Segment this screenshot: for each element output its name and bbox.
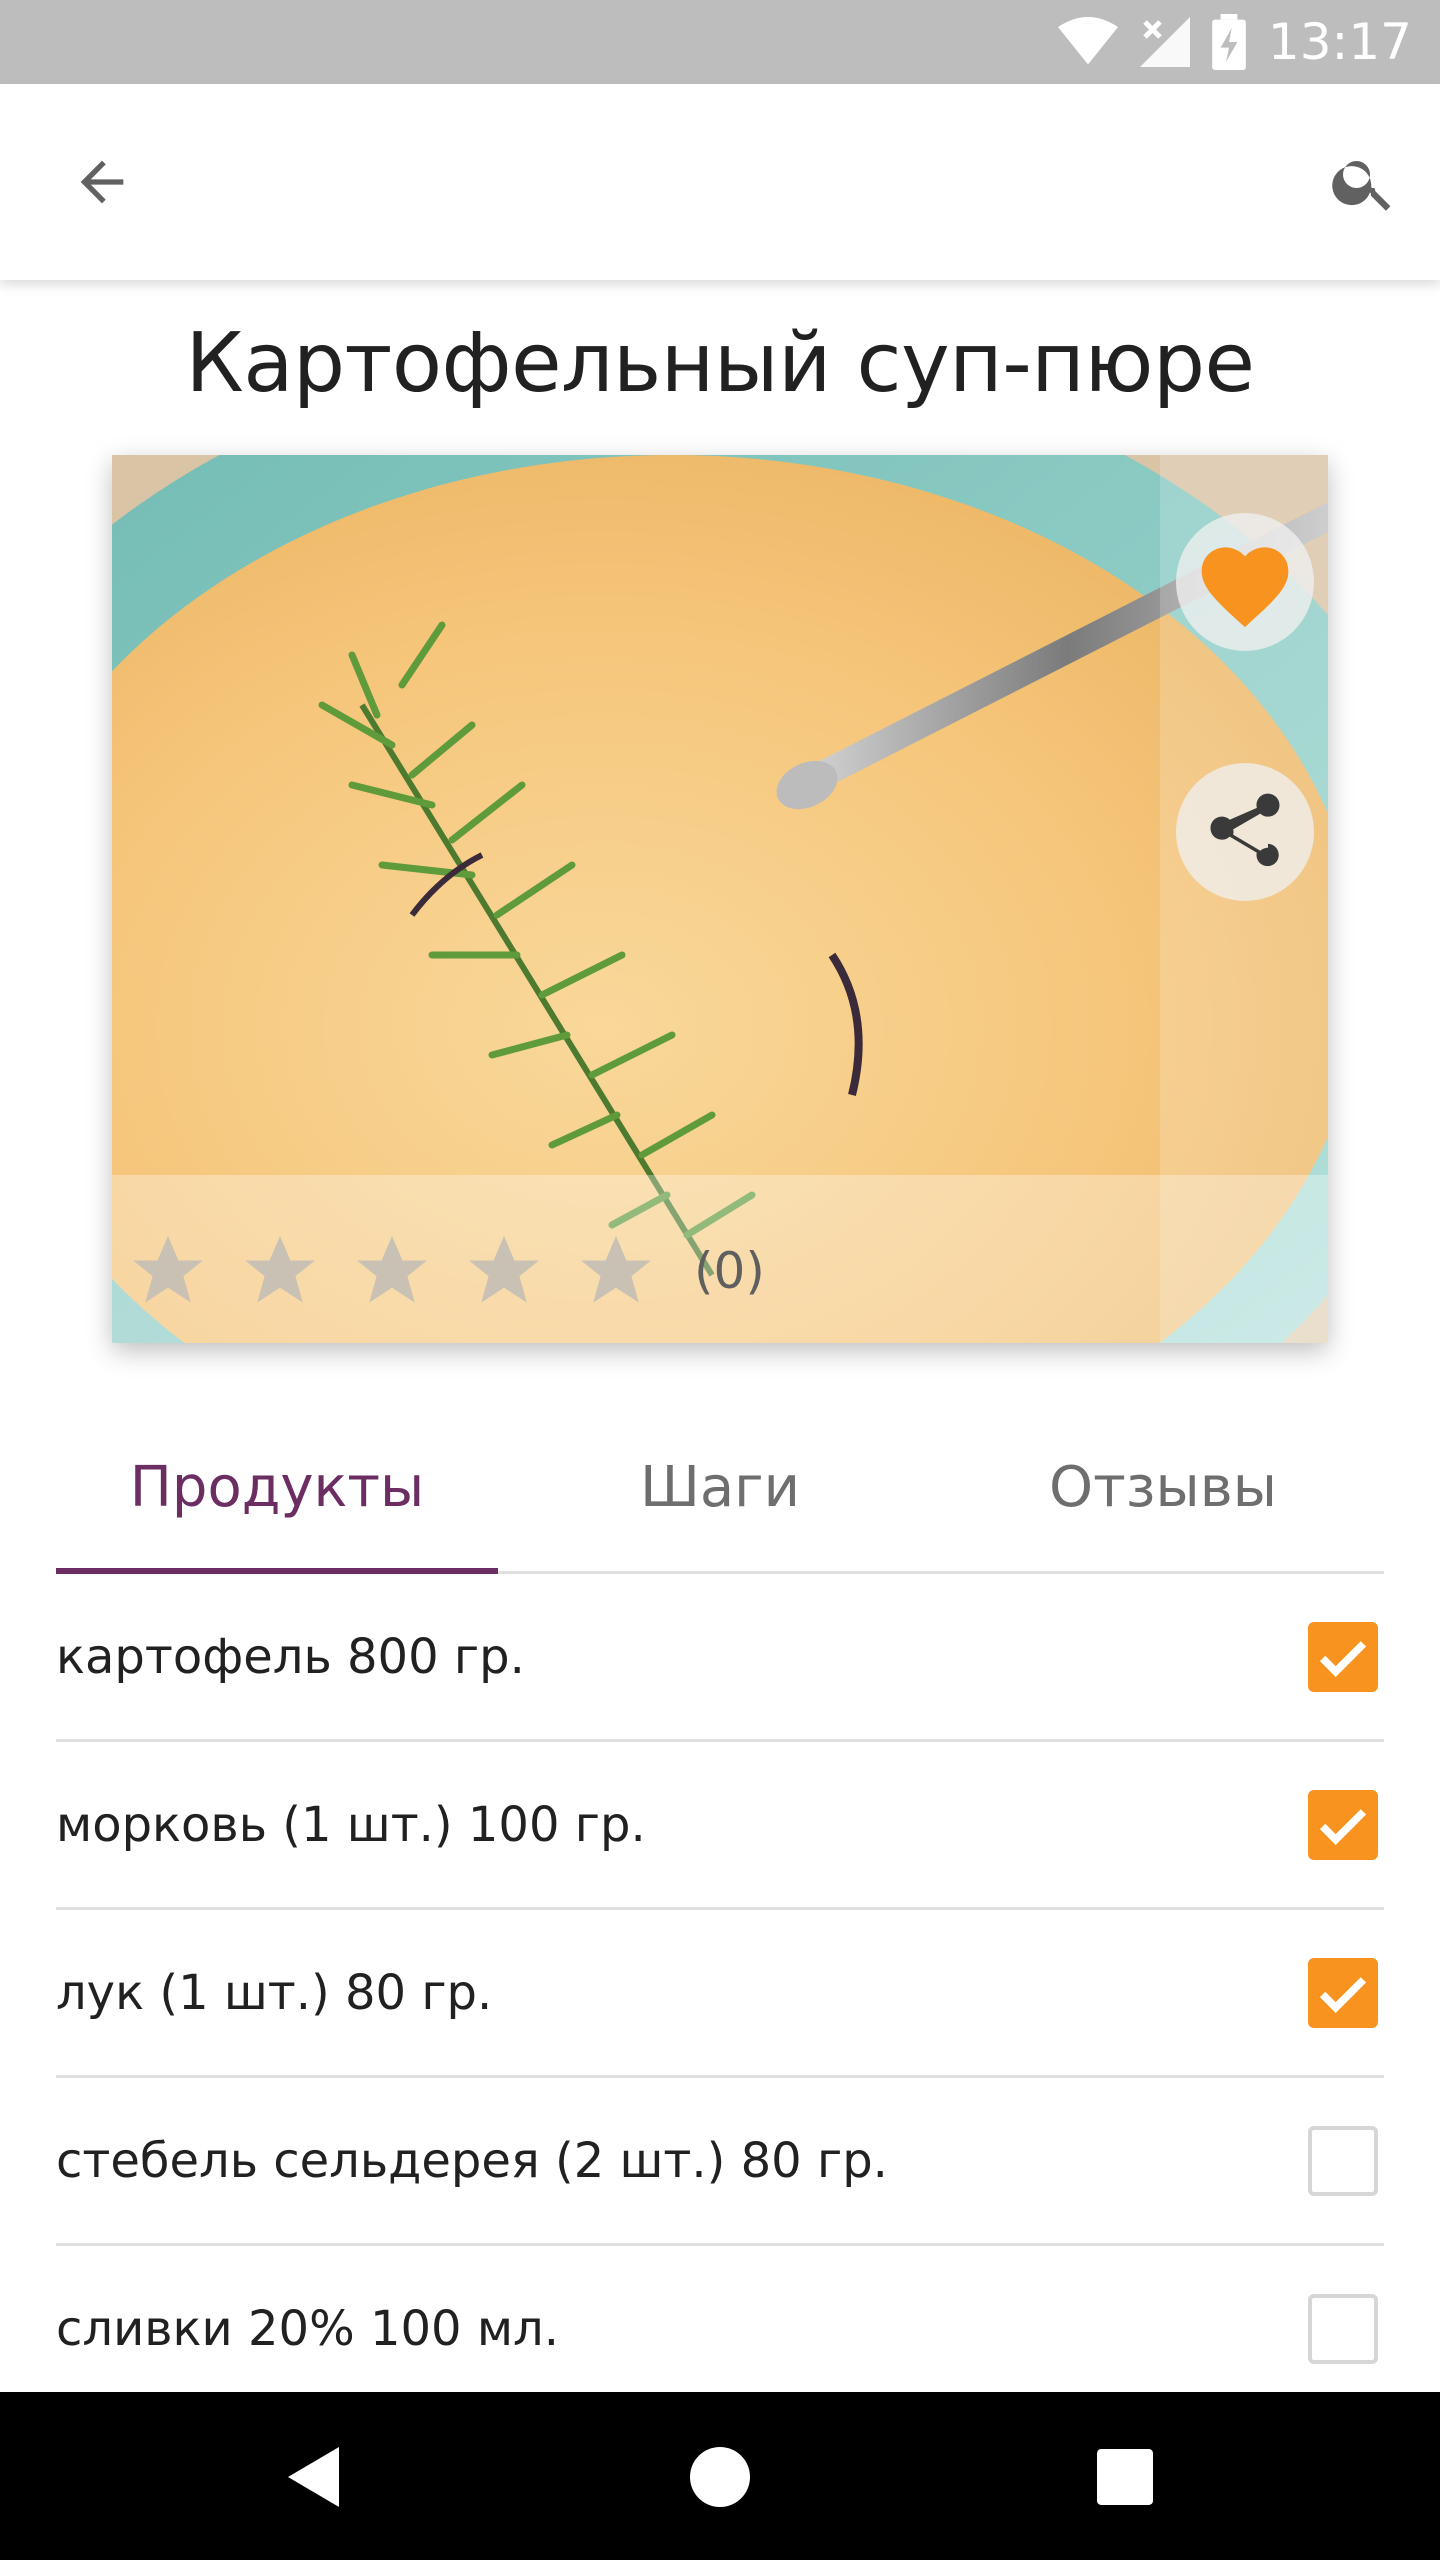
- status-bar: 13:17: [0, 0, 1440, 84]
- check-icon: [1319, 1976, 1367, 2013]
- star-icon[interactable]: [238, 1229, 322, 1313]
- share-button[interactable]: [1176, 763, 1314, 901]
- tab-label: Продукты: [129, 1454, 425, 1520]
- wifi-icon: [1057, 17, 1118, 65]
- ingredient-label: стебель сельдерея (2 шт.) 80 гр.: [56, 2132, 888, 2189]
- ingredient-label: лук (1 шт.) 80 гр.: [56, 1964, 493, 2021]
- check-icon: [1319, 1640, 1367, 1677]
- ingredient-checkbox[interactable]: [1308, 2125, 1378, 2196]
- star-icon[interactable]: [350, 1229, 434, 1313]
- back-triangle-icon: [288, 2447, 339, 2507]
- share-icon: [1210, 793, 1280, 867]
- ingredient-row[interactable]: стебель сельдерея (2 шт.) 80 гр.: [56, 2078, 1384, 2246]
- tab-reviews[interactable]: Отзывы: [942, 1400, 1384, 1574]
- signal-icon: [1139, 17, 1190, 67]
- tab-steps[interactable]: Шаги: [499, 1400, 941, 1574]
- ingredient-row[interactable]: морковь (1 шт.) 100 гр.: [56, 1742, 1384, 1910]
- star-icon[interactable]: [462, 1229, 546, 1313]
- ingredient-row[interactable]: сливки 20% 100 мл.: [56, 2246, 1384, 2414]
- favorite-button[interactable]: [1176, 513, 1314, 651]
- heart-icon: [1201, 547, 1289, 628]
- nav-recents-button[interactable]: [1070, 2422, 1180, 2532]
- ingredient-label: морковь (1 шт.) 100 гр.: [56, 1796, 646, 1853]
- back-button[interactable]: [56, 136, 148, 228]
- ingredient-checkbox[interactable]: [1308, 2293, 1378, 2364]
- nav-home-button[interactable]: [665, 2422, 775, 2532]
- rating-overlay: (0): [112, 1175, 1328, 1343]
- star-icon[interactable]: [574, 1229, 658, 1313]
- ingredient-row[interactable]: лук (1 шт.) 80 гр.: [56, 1910, 1384, 2078]
- recipe-tabs: Продукты Шаги Отзывы: [56, 1400, 1384, 1574]
- rating-stars[interactable]: (0): [126, 1229, 765, 1313]
- star-icon[interactable]: [126, 1229, 210, 1313]
- nav-back-button[interactable]: [260, 2422, 370, 2532]
- tab-label: Отзывы: [1049, 1454, 1277, 1520]
- ingredient-checkbox[interactable]: [1308, 1789, 1378, 1860]
- home-circle-icon: [690, 2447, 750, 2507]
- battery-charging-icon: [1212, 14, 1246, 70]
- arrow-back-icon: [80, 160, 124, 204]
- ingredient-label: сливки 20% 100 мл.: [56, 2300, 559, 2357]
- rating-count: (0): [694, 1242, 765, 1300]
- system-nav-bar: [0, 2392, 1440, 2560]
- check-icon: [1319, 1808, 1367, 1845]
- search-button[interactable]: [1318, 136, 1410, 228]
- ingredient-list: картофель 800 гр. морковь (1 шт.) 100 гр…: [56, 1574, 1384, 2414]
- recipe-title: Картофельный суп-пюре: [185, 316, 1255, 411]
- tab-products[interactable]: Продукты: [56, 1400, 498, 1574]
- ingredient-checkbox[interactable]: [1308, 1957, 1378, 2028]
- ingredient-row[interactable]: картофель 800 гр.: [56, 1574, 1384, 1742]
- recents-square-icon: [1097, 2449, 1153, 2505]
- tab-label: Шаги: [639, 1454, 800, 1520]
- status-time: 13:17: [1267, 13, 1412, 71]
- app-bar: [0, 84, 1440, 280]
- ingredient-label: картофель 800 гр.: [56, 1628, 525, 1685]
- search-icon: [1332, 161, 1391, 211]
- recipe-photo: (0): [112, 455, 1328, 1343]
- ingredient-checkbox[interactable]: [1308, 1621, 1378, 1692]
